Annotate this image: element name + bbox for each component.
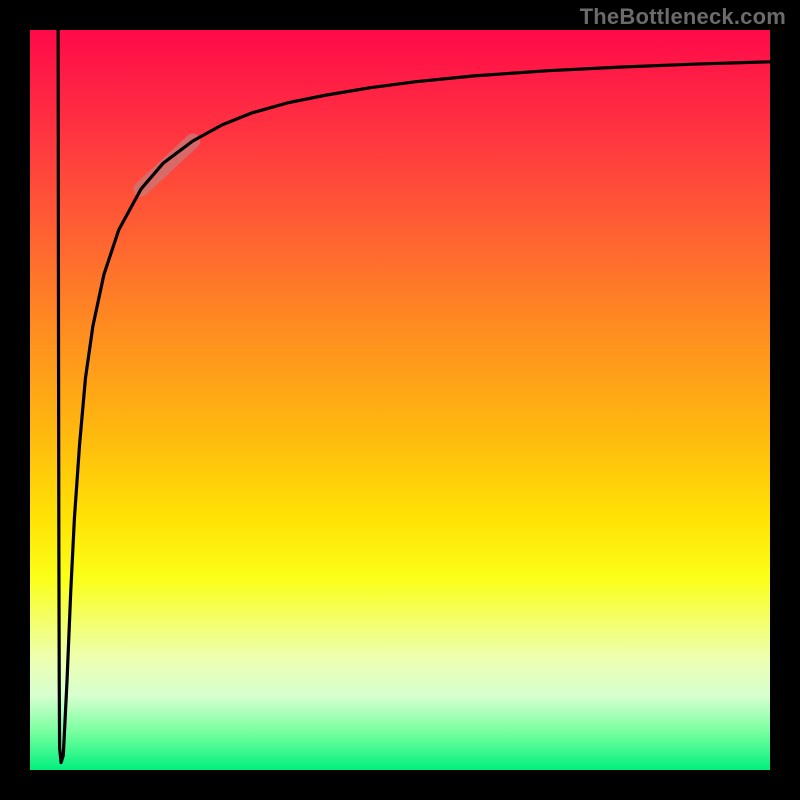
chart-frame: TheBottleneck.com [0, 0, 800, 800]
watermark-label: TheBottleneck.com [580, 4, 786, 30]
plot-svg [30, 30, 770, 770]
plot-area [30, 30, 770, 770]
bottleneck-curve [58, 30, 770, 763]
